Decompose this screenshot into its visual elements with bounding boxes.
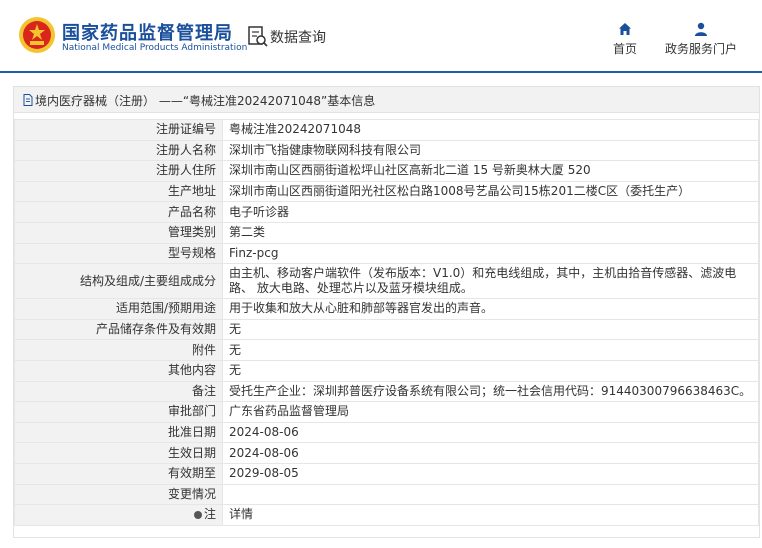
table-row: 注册人名称 深圳市飞指健康物联网科技有限公司	[14, 139, 759, 162]
row-label: 结构及组成/主要组成成分	[14, 263, 223, 300]
home-icon	[619, 23, 631, 35]
person-icon	[695, 22, 707, 36]
row-value: 用于收集和放大从心脏和肺部等器官发出的声音。	[222, 298, 759, 320]
row-value	[222, 483, 759, 506]
row-label: 生效日期	[14, 442, 223, 464]
brand-name-cn: 国家药品监督管理局	[62, 23, 233, 44]
table-row: 型号规格 Finz-pcg	[14, 242, 759, 265]
panel-title-bar: 境内医疗器械（注册） ——“粤械注准20242071048”基本信息	[14, 87, 759, 113]
row-value: 由主机、移动客户端软件（发布版本：V1.0）和充电线组成，其中，主机由拾音传感器…	[222, 263, 759, 300]
row-label: 有效期至	[14, 462, 223, 485]
national-emblem-icon	[19, 17, 55, 53]
table-row: 审批部门 广东省药品监督管理局	[14, 401, 759, 423]
table-row: 结构及组成/主要组成成分 由主机、移动客户端软件（发布版本：V1.0）和充电线组…	[14, 263, 759, 300]
row-label: 备注	[14, 380, 223, 403]
row-label: 注册人住所	[14, 160, 223, 182]
info-panel: 境内医疗器械（注册） ——“粤械注准20242071048”基本信息 注册证编号…	[13, 86, 760, 538]
row-label: 适用范围/预期用途	[14, 298, 223, 320]
row-value: 受托生产企业：深圳邦普医疗设备系统有限公司；统一社会信用代码：914403007…	[222, 380, 759, 403]
table-row: 备注 受托生产企业：深圳邦普医疗设备系统有限公司；统一社会信用代码：914403…	[14, 380, 759, 403]
header-divider	[0, 71, 762, 73]
row-value: 无	[222, 359, 759, 382]
nav-home-label: 首页	[612, 42, 637, 56]
nav-home[interactable]: 首页	[604, 22, 646, 57]
table-row: 管理类别 第二类	[14, 221, 759, 244]
row-label: 其他内容	[14, 359, 223, 382]
row-label: 型号规格	[14, 242, 223, 265]
row-value: 粤械注准20242071048	[222, 119, 759, 141]
table-row: 生产地址 深圳市南山区西丽街道阳光社区松白路1008号艺晶公司15栋201二楼C…	[14, 180, 759, 203]
row-value: 第二类	[222, 221, 759, 244]
row-value: 广东省药品监督管理局	[222, 401, 759, 423]
table-row: 附件 无	[14, 339, 759, 361]
bullet-icon	[193, 511, 202, 520]
table-row: 其他内容 无	[14, 359, 759, 382]
row-label: 产品名称	[14, 201, 223, 223]
row-value: 2024-08-06	[222, 421, 759, 444]
brand-name-en: National Medical Products Administration	[62, 43, 248, 53]
row-value: 深圳市南山区西丽街道阳光社区松白路1008号艺晶公司15栋201二楼C区（委托生…	[222, 180, 759, 203]
table-row: 生效日期 2024-08-06	[14, 442, 759, 464]
table-row: 注 详情	[14, 504, 759, 526]
table-row: 产品储存条件及有效期 无	[14, 318, 759, 341]
row-label: 注	[203, 507, 216, 522]
table-row: 有效期至 2029-08-05	[14, 462, 759, 485]
table-row: 变更情况	[14, 483, 759, 506]
row-label: 审批部门	[14, 401, 223, 423]
row-label: 注册人名称	[14, 139, 223, 162]
row-label: 注册证编号	[14, 119, 223, 141]
row-value: 深圳市南山区西丽街道松坪山社区高新北二道 15 号新奥林大厦 520	[222, 160, 759, 182]
nav-gov-service[interactable]: 政务服务门户	[660, 22, 742, 57]
data-query-icon	[248, 26, 268, 47]
row-value: 无	[222, 318, 759, 341]
nav-gov-service-label: 政务服务门户	[664, 42, 737, 56]
row-label: 附件	[14, 339, 223, 361]
site-header: 国家药品监督管理局 National Medical Products Admi…	[0, 0, 762, 73]
row-value: Finz-pcg	[222, 242, 759, 265]
row-label: 产品储存条件及有效期	[14, 318, 223, 341]
table-row: 批准日期 2024-08-06	[14, 421, 759, 444]
table-row: 适用范围/预期用途 用于收集和放大从心脏和肺部等器官发出的声音。	[14, 298, 759, 320]
row-value: 无	[222, 339, 759, 361]
row-label: 生产地址	[14, 180, 223, 203]
document-icon	[23, 94, 33, 106]
registration-info-table: 注册证编号 粤械注准20242071048 注册人名称 深圳市飞指健康物联网科技…	[14, 119, 759, 526]
panel-title: 境内医疗器械（注册） ——“粤械注准20242071048”基本信息	[35, 94, 376, 108]
row-value: 2029-08-05	[222, 462, 759, 485]
table-row: 注册证编号 粤械注准20242071048	[14, 119, 759, 141]
row-label: 变更情况	[14, 483, 223, 506]
row-value: 深圳市飞指健康物联网科技有限公司	[222, 139, 759, 162]
data-query-title[interactable]: 数据查询	[270, 27, 326, 47]
row-value: 电子听诊器	[222, 201, 759, 223]
row-value: 2024-08-06	[222, 442, 759, 464]
details-link[interactable]: 详情	[222, 504, 759, 526]
table-row: 产品名称 电子听诊器	[14, 201, 759, 223]
row-label: 批准日期	[14, 421, 223, 444]
table-row: 注册人住所 深圳市南山区西丽街道松坪山社区高新北二道 15 号新奥林大厦 520	[14, 160, 759, 182]
row-label: 管理类别	[14, 221, 223, 244]
note-label-cell: 注	[14, 504, 223, 526]
